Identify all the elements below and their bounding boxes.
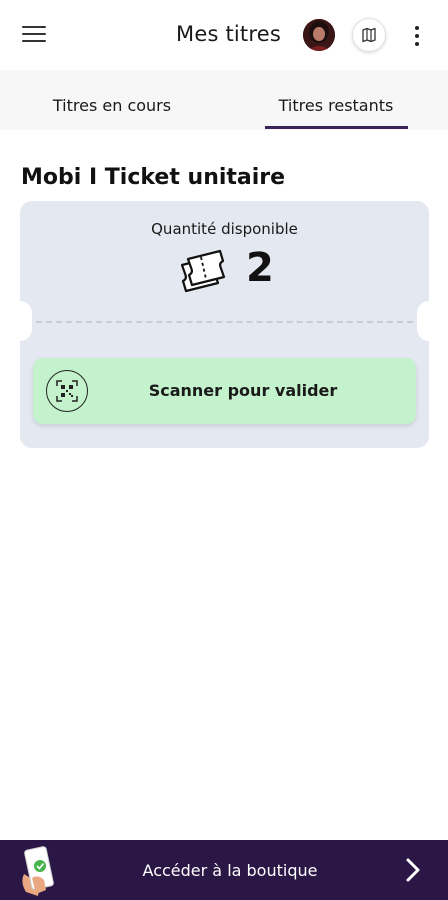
ticket-divider — [36, 321, 413, 323]
map-icon — [362, 27, 376, 43]
tab-bar: Titres en cours Titres restants — [0, 70, 448, 130]
qr-code-icon — [46, 370, 88, 412]
map-button[interactable] — [352, 18, 386, 52]
phone-shop-illustration — [18, 844, 62, 898]
chevron-right-icon — [401, 856, 425, 884]
more-options-icon[interactable] — [406, 24, 428, 48]
quantity-value: 2 — [246, 245, 274, 291]
page-title: Mes titres — [176, 22, 281, 46]
product-title: Mobi I Ticket unitaire — [21, 165, 286, 190]
scan-button-label: Scanner pour valider — [148, 381, 338, 400]
shop-label: Accéder à la boutique — [142, 861, 318, 880]
menu-icon[interactable] — [22, 24, 48, 46]
user-avatar[interactable] — [303, 19, 335, 51]
quantity-label: Quantité disponible — [151, 220, 298, 238]
active-tab-indicator — [265, 126, 408, 129]
scan-to-validate-button[interactable]: Scanner pour valider — [33, 358, 416, 424]
shop-access-bar[interactable]: Accéder à la boutique — [0, 840, 448, 900]
app-bar: Mes titres — [0, 0, 448, 70]
ticket-icon — [174, 245, 234, 295]
tab-titres-restants[interactable]: Titres restants — [224, 70, 448, 130]
ticket-card: Quantité disponible 2 Scanner pour valid… — [8, 201, 441, 448]
tab-titres-en-cours[interactable]: Titres en cours — [0, 70, 224, 130]
